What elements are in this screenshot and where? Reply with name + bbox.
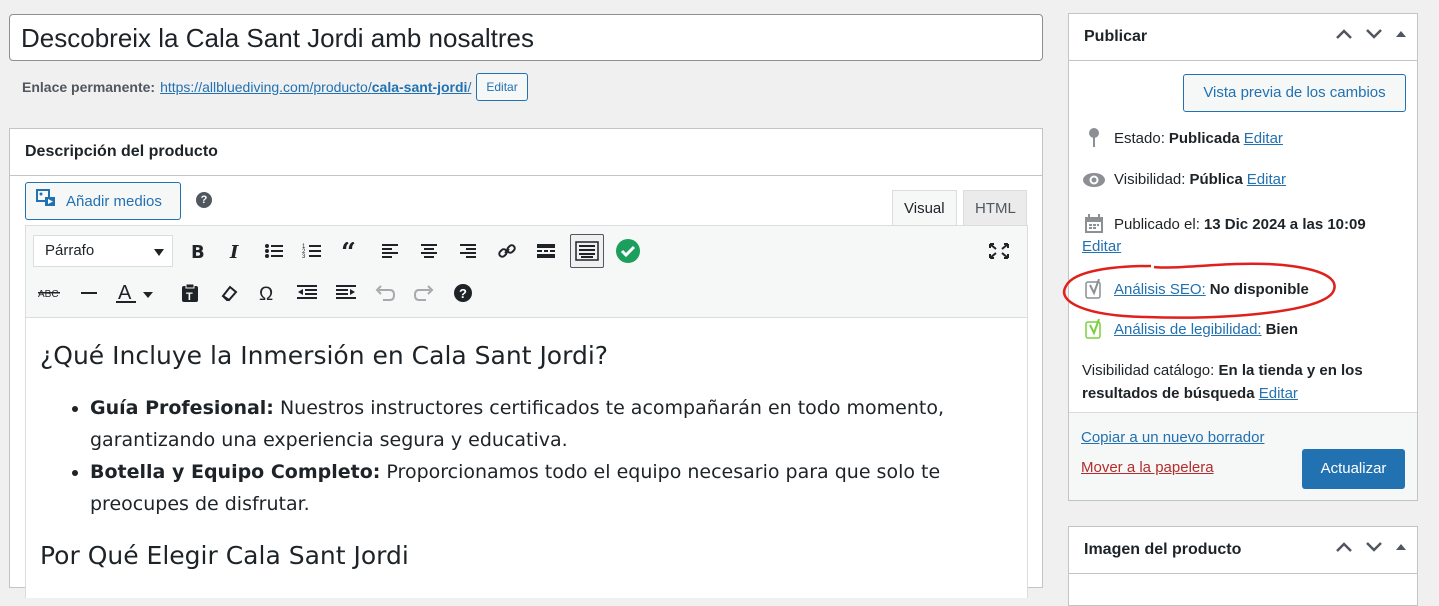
chevron-up-icon[interactable]	[1335, 28, 1353, 40]
media-icon	[36, 189, 66, 213]
special-character-icon[interactable]: Ω	[252, 277, 284, 309]
svg-text:T: T	[186, 291, 193, 303]
paste-text-icon[interactable]: T	[174, 277, 206, 309]
permalink-row: Enlace permanente: https://allbluediving…	[22, 72, 528, 102]
chevron-up-icon[interactable]	[1335, 541, 1353, 553]
svg-text:B: B	[191, 242, 205, 260]
publish-actions: Copiar a un nuevo borrador Mover a la pa…	[1069, 412, 1417, 500]
permalink-base: https://allbluediving.com/producto/	[160, 79, 372, 95]
editor-toolbar: Párrafo B I 123 “ ABC A T Ω ?	[25, 225, 1028, 318]
visibility-label: Visibilidad:	[1114, 171, 1186, 188]
editor-content[interactable]: ¿Qué Incluye la Inmersión en Cala Sant J…	[25, 318, 1028, 598]
publish-box-header: Publicar	[1069, 14, 1417, 61]
list-item-bold: Guía Profesional:	[90, 397, 274, 419]
read-more-icon[interactable]	[530, 235, 562, 267]
status-row: Estado: Publicada Editar	[1082, 128, 1283, 148]
align-center-icon[interactable]	[413, 235, 445, 267]
catalog-value-line1: En la tienda y en los	[1218, 362, 1363, 379]
svg-text:ABC: ABC	[38, 289, 59, 300]
format-select-value: Párrafo	[45, 242, 95, 259]
align-right-icon[interactable]	[452, 235, 484, 267]
product-description-box: Descripción del producto Añadir medios ?…	[9, 128, 1043, 598]
link-icon[interactable]	[491, 235, 523, 267]
svg-text:3: 3	[302, 254, 306, 260]
toolbar-toggle-icon[interactable]	[570, 234, 604, 268]
svg-text:?: ?	[459, 286, 467, 301]
add-media-button[interactable]: Añadir medios	[25, 182, 181, 220]
tab-html[interactable]: HTML	[963, 190, 1027, 226]
svg-text:I: I	[229, 242, 239, 260]
indent-icon[interactable]	[330, 277, 362, 309]
product-image-header: Imagen del producto	[1069, 527, 1417, 574]
align-left-icon[interactable]	[374, 235, 406, 267]
published-date-row: Publicado el: 13 Dic 2024 a las 10:09	[1082, 214, 1370, 234]
description-box-title: Descripción del producto	[10, 129, 1042, 176]
undo-icon[interactable]	[369, 277, 401, 309]
content-heading-2: Por Qué Elegir Cala Sant Jordi	[40, 541, 409, 570]
edit-permalink-button[interactable]: Editar	[476, 73, 528, 101]
permalink-link[interactable]: https://allbluediving.com/producto/cala-…	[160, 79, 471, 95]
blockquote-icon[interactable]: “	[335, 235, 367, 267]
numbered-list-icon[interactable]: 123	[296, 235, 328, 267]
edit-status-link[interactable]: Editar	[1244, 130, 1283, 147]
chevron-down-icon[interactable]	[1365, 541, 1383, 553]
format-select[interactable]: Párrafo	[33, 235, 173, 267]
tab-visual[interactable]: Visual	[892, 190, 957, 226]
strikethrough-icon[interactable]: ABC	[34, 277, 66, 309]
grammar-check-icon[interactable]	[612, 235, 644, 267]
catalog-value-line2: resultados de búsqueda	[1082, 385, 1255, 402]
fullscreen-icon[interactable]	[983, 235, 1015, 267]
clear-formatting-icon[interactable]	[213, 277, 245, 309]
published-value: 13 Dic 2024 a las 10:09	[1203, 215, 1366, 233]
text-color-icon[interactable]: A	[112, 277, 158, 309]
chevron-down-icon[interactable]	[1365, 28, 1383, 40]
bullet-list-icon[interactable]	[258, 235, 290, 267]
list-item: Botella y Equipo Completo: Proporcionamo…	[90, 456, 1013, 520]
content-heading-1: ¿Qué Incluye la Inmersión en Cala Sant J…	[40, 341, 609, 370]
redo-icon[interactable]	[408, 277, 440, 309]
collapse-toggle-icon[interactable]	[1395, 542, 1407, 552]
catalog-visibility-row: Visibilidad catálogo: En la tienda y en …	[1082, 359, 1412, 405]
status-label: Estado:	[1114, 129, 1165, 147]
edit-catalog-link[interactable]: Editar	[1259, 385, 1298, 402]
permalink-trailing-slash: /	[467, 79, 472, 95]
published-label: Publicado el:	[1114, 215, 1200, 233]
italic-icon[interactable]: I	[219, 235, 251, 267]
product-image-title: Imagen del producto	[1084, 541, 1242, 558]
pin-icon	[1082, 128, 1106, 148]
publish-box-title: Publicar	[1084, 28, 1148, 45]
list-item: Guía Profesional: Nuestros instructores …	[90, 392, 1013, 456]
edit-visibility-link[interactable]: Editar	[1247, 171, 1286, 188]
catalog-label: Visibilidad catálogo:	[1082, 362, 1215, 379]
horizontal-line-icon[interactable]	[73, 277, 105, 309]
svg-text:A: A	[118, 282, 132, 304]
annotation-circle	[1063, 262, 1336, 319]
status-value: Publicada	[1168, 129, 1240, 147]
outdent-icon[interactable]	[291, 277, 323, 309]
list-item-bold: Botella y Equipo Completo:	[90, 461, 381, 483]
post-title-input[interactable]: Descobreix la Cala Sant Jordi amb nosalt…	[9, 14, 1043, 61]
move-to-trash-link[interactable]: Mover a la papelera	[1081, 459, 1214, 476]
keyboard-help-icon[interactable]: ?	[447, 277, 479, 309]
content-list: Guía Profesional: Nuestros instructores …	[40, 392, 1013, 520]
permalink-slug: cala-sant-jordi	[371, 79, 468, 95]
add-media-label: Añadir medios	[66, 192, 162, 210]
update-button[interactable]: Actualizar	[1302, 449, 1405, 489]
eye-icon	[1082, 172, 1106, 188]
svg-text:Ω: Ω	[259, 284, 273, 303]
calendar-icon	[1082, 214, 1106, 234]
svg-text:“: “	[341, 242, 356, 260]
bold-icon[interactable]: B	[181, 235, 213, 267]
help-icon[interactable]: ?	[196, 192, 212, 208]
preview-changes-button[interactable]: Vista previa de los cambios	[1183, 74, 1406, 112]
collapse-toggle-icon[interactable]	[1395, 29, 1407, 39]
product-image-box: Imagen del producto	[1068, 526, 1418, 606]
copy-draft-link[interactable]: Copiar a un nuevo borrador	[1081, 429, 1264, 446]
visibility-value: Pública	[1189, 171, 1243, 188]
visibility-row: Visibilidad: Pública Editar	[1082, 171, 1286, 188]
chevron-down-icon	[154, 249, 164, 256]
permalink-label: Enlace permanente:	[22, 79, 156, 95]
